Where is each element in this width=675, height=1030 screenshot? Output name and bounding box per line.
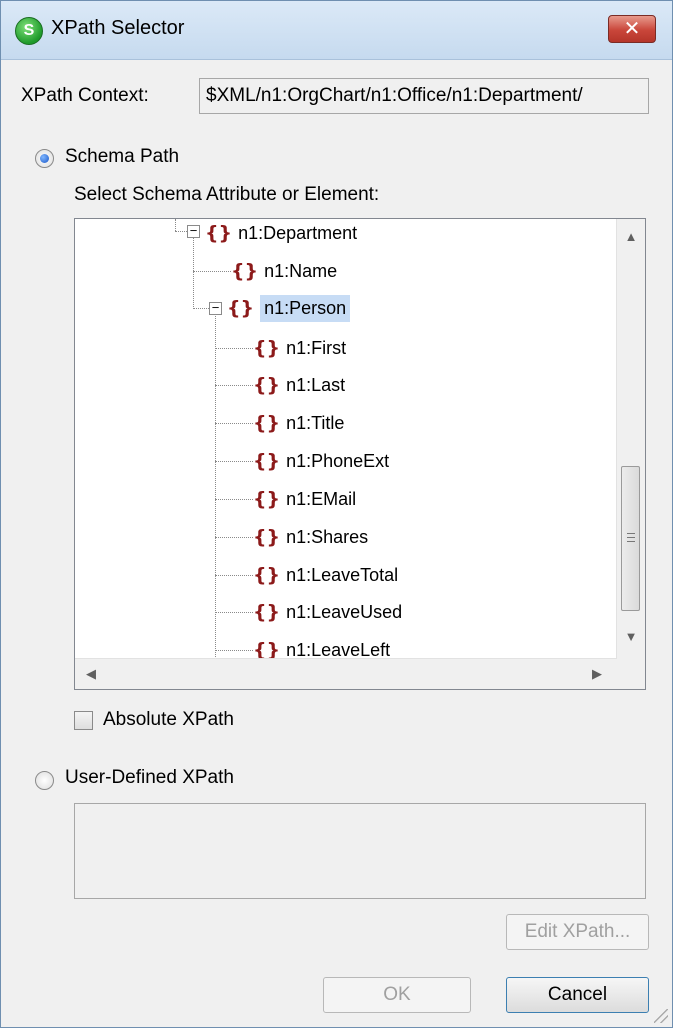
- tree-connector: [215, 537, 253, 538]
- user-defined-xpath-radio[interactable]: [35, 771, 54, 790]
- tree-item-person[interactable]: {} n1:Person: [227, 294, 351, 322]
- cancel-button[interactable]: Cancel: [506, 977, 649, 1013]
- user-defined-xpath-input[interactable]: [74, 803, 646, 899]
- element-icon: {}: [253, 488, 281, 510]
- scroll-down-icon[interactable]: ▼: [621, 629, 641, 644]
- tree-item-label: n1:LeaveTotal: [286, 564, 399, 585]
- grip-line: [627, 533, 635, 534]
- tree-item-label: n1:LeaveUsed: [286, 601, 403, 622]
- scroll-left-icon[interactable]: ◀: [81, 666, 101, 682]
- tree-item-label: n1:Department: [238, 222, 358, 243]
- element-icon: {}: [227, 297, 255, 319]
- element-icon: {}: [253, 374, 281, 396]
- element-icon: {}: [253, 601, 281, 623]
- ok-button[interactable]: OK: [323, 977, 471, 1013]
- tree-item-phoneext[interactable]: {} n1:PhoneExt: [253, 447, 389, 475]
- close-icon: ✕: [623, 18, 641, 40]
- tree-connector: [193, 271, 231, 272]
- tree-connector: [215, 461, 253, 462]
- tree-item-label: n1:Shares: [286, 526, 369, 547]
- tree-item-title[interactable]: {} n1:Title: [253, 409, 344, 437]
- element-icon: {}: [231, 260, 259, 282]
- tree-item-label: n1:Title: [286, 412, 345, 433]
- tree-connector: [215, 575, 253, 576]
- tree-item-last[interactable]: {} n1:Last: [253, 371, 345, 399]
- tree-connector: [215, 612, 253, 613]
- tree-connector: [215, 499, 253, 500]
- tree-item-label: n1:PhoneExt: [286, 450, 390, 471]
- schema-path-label[interactable]: Schema Path: [65, 146, 179, 168]
- schema-tree[interactable]: − {} n1:Department {} n1:Name − {} n1:Pe…: [74, 218, 646, 690]
- element-icon: {}: [205, 222, 233, 244]
- xpath-context-label: XPath Context:: [21, 85, 149, 106]
- tree-item-leaveused[interactable]: {} n1:LeaveUsed: [253, 598, 402, 626]
- tree-item-label: n1:Last: [286, 374, 346, 395]
- tree-connector: [215, 385, 253, 386]
- tree-connector: [215, 423, 253, 424]
- vertical-scroll-thumb[interactable]: [621, 466, 640, 611]
- person-collapse-toggle[interactable]: −: [209, 301, 222, 315]
- department-collapse-toggle[interactable]: −: [187, 224, 200, 238]
- grip-line: [627, 537, 635, 538]
- grip-line: [627, 541, 635, 542]
- tree-connector: [175, 219, 176, 231]
- tree-connector: [175, 231, 187, 232]
- tree-item-label: n1:EMail: [286, 488, 357, 509]
- user-defined-xpath-label[interactable]: User-Defined XPath: [65, 767, 234, 789]
- tree-connector: [215, 316, 216, 661]
- scroll-up-icon[interactable]: ▲: [621, 229, 641, 244]
- tree-connector: [193, 238, 194, 309]
- scroll-corner: [617, 659, 645, 689]
- schema-path-radio[interactable]: [35, 149, 54, 168]
- xpath-context-field: $XML/n1:OrgChart/n1:Office/n1:Department…: [199, 78, 649, 114]
- absolute-xpath-checkbox[interactable]: [74, 711, 93, 730]
- tree-item-shares[interactable]: {} n1:Shares: [253, 523, 368, 551]
- window-title: XPath Selector: [51, 17, 185, 39]
- tree-connector: [193, 308, 209, 309]
- close-button[interactable]: ✕: [608, 15, 656, 43]
- select-schema-label: Select Schema Attribute or Element:: [74, 184, 380, 205]
- tree-connector: [215, 650, 253, 651]
- tree-item-department[interactable]: {} n1:Department: [205, 219, 357, 247]
- element-icon: {}: [253, 526, 281, 548]
- tree-item-email[interactable]: {} n1:EMail: [253, 485, 356, 513]
- tree-item-label: n1:Name: [264, 260, 338, 281]
- resize-grip[interactable]: [654, 1009, 668, 1023]
- tree-item-label: n1:Person: [260, 294, 351, 322]
- scroll-right-icon[interactable]: ▶: [587, 666, 607, 682]
- tree-item-label: n1:First: [286, 337, 347, 358]
- horizontal-scrollbar[interactable]: ◀ ▶: [75, 658, 617, 689]
- element-icon: {}: [253, 564, 281, 586]
- element-icon: {}: [253, 337, 281, 359]
- element-icon: {}: [253, 412, 281, 434]
- tree-item-first[interactable]: {} n1:First: [253, 334, 346, 362]
- element-icon: {}: [253, 450, 281, 472]
- tree-connector: [215, 348, 253, 349]
- edit-xpath-button[interactable]: Edit XPath...: [506, 914, 649, 950]
- xpath-selector-dialog: S XPath Selector ✕ XPath Context: $XML/n…: [0, 0, 673, 1028]
- absolute-xpath-label[interactable]: Absolute XPath: [103, 709, 234, 731]
- tree-item-name[interactable]: {} n1:Name: [231, 257, 337, 285]
- title-bar: S XPath Selector ✕: [1, 1, 672, 60]
- app-icon: S: [15, 17, 43, 45]
- vertical-scrollbar[interactable]: ▲ ▼: [616, 219, 645, 659]
- tree-item-leavetotal[interactable]: {} n1:LeaveTotal: [253, 561, 398, 589]
